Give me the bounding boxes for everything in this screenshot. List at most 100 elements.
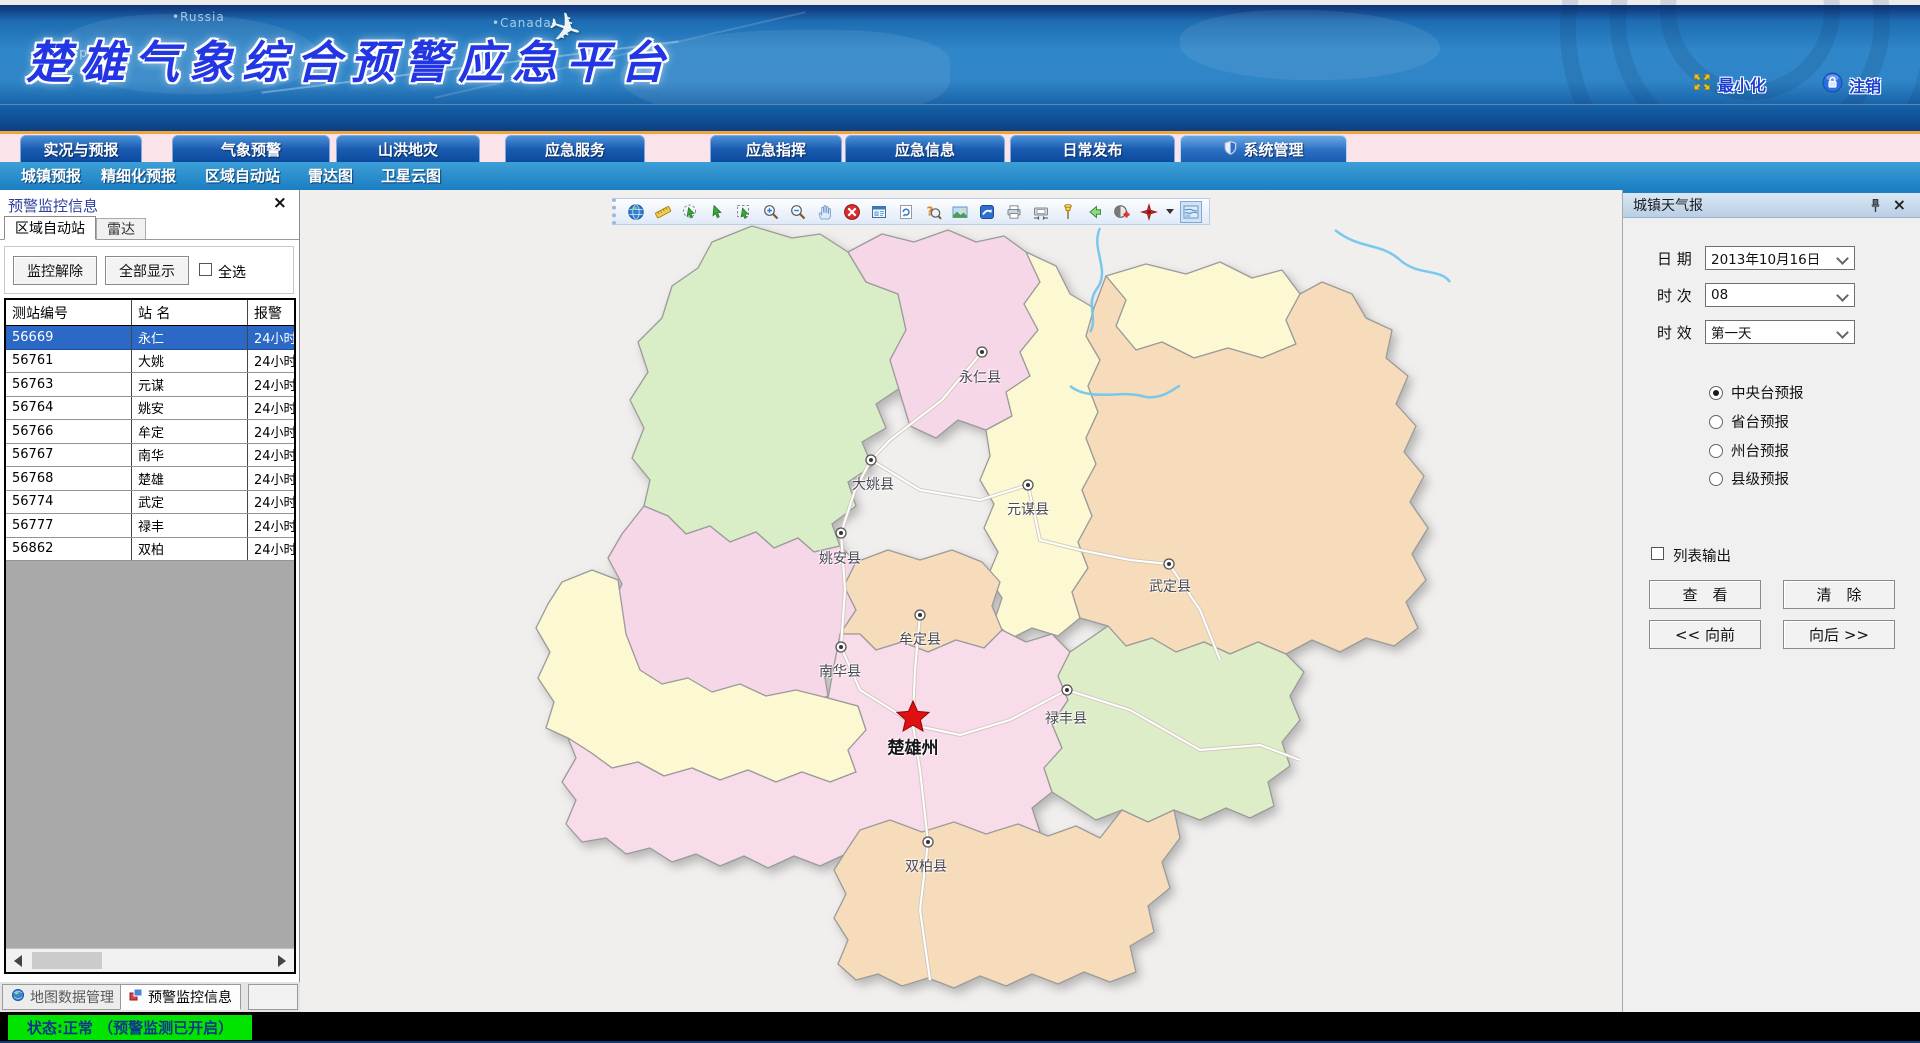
view-button[interactable]: 查 看 (1649, 580, 1761, 609)
warning-monitor-panel: 预警监控信息 × 区域自动站 雷达 监控解除 全部显示 全选 测站编号 站 名 … (0, 190, 300, 982)
table-empty-area (6, 561, 294, 948)
select-all-checkbox[interactable] (199, 263, 212, 276)
submenu-auto-station[interactable]: 区域自动站 (205, 162, 280, 190)
close-icon[interactable]: × (1893, 195, 1906, 214)
radio-icon (1709, 444, 1723, 458)
list-output-label: 列表输出 (1673, 545, 1731, 566)
horizontal-scrollbar[interactable] (6, 948, 294, 972)
table-row[interactable]: 56669 永仁 24小时 (6, 326, 294, 350)
scroll-left-icon[interactable] (14, 955, 22, 967)
print-layout-icon[interactable] (1031, 202, 1051, 222)
county-label: 大姚县 (852, 474, 894, 494)
app-title: 楚雄气象综合预警应急平台 (26, 26, 674, 91)
date-select[interactable]: 2013年10月16日 (1705, 246, 1855, 270)
logout-button[interactable]: 注销 (1822, 72, 1881, 97)
main-nav: 实况与预报 气象预警 山洪地灾 应急服务 应急指挥 应急信息 日常发布 系统管理 (0, 134, 1920, 162)
tab-emergency-info[interactable]: 应急信息 (845, 135, 1005, 162)
go-back-icon[interactable] (1085, 202, 1105, 222)
col-alarm: 报警 (248, 300, 294, 325)
table-row[interactable]: 56768 楚雄 24小时 (6, 467, 294, 491)
print-icon[interactable] (1004, 202, 1024, 222)
add-overlay-icon[interactable] (1112, 202, 1132, 222)
show-all-button[interactable]: 全部显示 (105, 256, 189, 285)
submenu-town-forecast[interactable]: 城镇预报 (21, 162, 81, 190)
select-circle-icon[interactable] (680, 202, 700, 222)
overview-map-icon[interactable] (1181, 202, 1201, 222)
shield-icon (1223, 140, 1238, 159)
minimize-icon (1692, 72, 1712, 96)
submenu-satellite-image[interactable]: 卫星云图 (381, 162, 441, 190)
place-pin-icon[interactable] (1058, 202, 1078, 222)
layers-small-icon (129, 988, 143, 1006)
measure-distance-icon[interactable] (653, 202, 673, 222)
tab-emergency-service[interactable]: 应急服务 (505, 135, 645, 162)
panel-header: 城镇天气报 × (1623, 193, 1920, 218)
flash-location-icon[interactable] (1139, 202, 1159, 222)
tab-weather-warning[interactable]: 气象预警 (172, 135, 330, 162)
close-icon[interactable]: × (273, 193, 287, 213)
scrollbar-thumb[interactable] (32, 952, 102, 969)
logout-label: 注销 (1849, 73, 1881, 97)
table-row[interactable]: 56764 姚安 24小时 (6, 397, 294, 421)
col-station-id: 测站编号 (6, 300, 132, 325)
table-header: 测站编号 站 名 报警 (6, 300, 294, 326)
monitor-controls-group: 监控解除 全部显示 全选 (4, 246, 294, 294)
map-canvas[interactable]: 永仁县 大姚县 元谋县 姚安县 武定县 牟定县 南华县 禄丰县 双柏县 楚雄州 (300, 190, 1622, 1012)
panel-title: 预警监控信息 (8, 195, 98, 216)
tab-daily-release[interactable]: 日常发布 (1010, 135, 1175, 162)
select-rectangle-icon[interactable] (734, 202, 754, 222)
table-row[interactable]: 56766 牟定 24小时 (6, 420, 294, 444)
bottom-dock-tabs: 地图数据管理 预警监控信息 (0, 982, 300, 1012)
table-row[interactable]: 56862 双柏 24小时 (6, 538, 294, 562)
pan-hand-icon[interactable] (815, 202, 835, 222)
globe-icon[interactable] (626, 202, 646, 222)
submenu-fine-forecast[interactable]: 精细化预报 (101, 162, 176, 190)
tab-stub[interactable] (248, 984, 298, 1010)
full-extent-icon[interactable] (869, 202, 889, 222)
select-arrow-icon[interactable] (707, 202, 727, 222)
identify-icon[interactable]: ? (923, 202, 943, 222)
table-row[interactable]: 56767 南华 24小时 (6, 444, 294, 468)
tab-warning-monitor-info[interactable]: 预警监控信息 (120, 984, 241, 1010)
table-row[interactable]: 56777 禄丰 24小时 (6, 514, 294, 538)
tab-flood-geohazard[interactable]: 山洪地灾 (336, 135, 480, 162)
panel-tabs: 区域自动站 雷达 (0, 214, 299, 240)
validity-label: 时 效 (1657, 320, 1692, 344)
list-output-checkbox[interactable] (1651, 547, 1664, 560)
back-button[interactable]: << 向前 (1649, 620, 1761, 649)
tab-map-data-management[interactable]: 地图数据管理 (2, 984, 123, 1010)
date-label: 日 期 (1657, 246, 1692, 270)
tab-radar[interactable]: 雷达 (96, 218, 146, 240)
county-label: 南华县 (819, 661, 861, 681)
stop-icon[interactable] (842, 202, 862, 222)
zoom-in-icon[interactable] (761, 202, 781, 222)
submenu-radar-chart[interactable]: 雷达图 (308, 162, 353, 190)
radio-prefecture-forecast[interactable]: 州台预报 (1709, 440, 1789, 461)
dropdown-caret-icon[interactable] (1166, 209, 1174, 214)
tab-emergency-command[interactable]: 应急指挥 (710, 135, 842, 162)
export-image-icon[interactable] (950, 202, 970, 222)
table-row[interactable]: 56761 大姚 24小时 (6, 350, 294, 374)
pin-icon[interactable] (1869, 198, 1882, 217)
tab-system-management[interactable]: 系统管理 (1180, 135, 1347, 162)
scroll-right-icon[interactable] (278, 955, 286, 967)
release-monitor-button[interactable]: 监控解除 (13, 256, 97, 285)
station-table: 测站编号 站 名 报警 56669 永仁 24小时 56761 大姚 24小时 … (4, 298, 296, 974)
swap-view-icon[interactable] (977, 202, 997, 222)
minimize-button[interactable]: 最小化 (1692, 72, 1766, 96)
validity-select[interactable]: 第一天 (1705, 320, 1855, 344)
clear-button[interactable]: 清 除 (1783, 580, 1895, 609)
table-row[interactable]: 56774 武定 24小时 (6, 491, 294, 515)
tab-live-forecast[interactable]: 实况与预报 (20, 135, 142, 162)
time-select[interactable]: 08 (1705, 283, 1855, 307)
table-row[interactable]: 56763 元谋 24小时 (6, 373, 294, 397)
radio-county-forecast[interactable]: 县级预报 (1709, 468, 1789, 489)
forward-button[interactable]: 向后 >> (1783, 620, 1895, 649)
refresh-icon[interactable] (896, 202, 916, 222)
county-label: 元谋县 (1007, 499, 1049, 519)
radio-central-forecast[interactable]: 中央台预报 (1709, 382, 1804, 403)
zoom-out-icon[interactable] (788, 202, 808, 222)
panel-title: 城镇天气报 (1633, 195, 1703, 215)
radio-province-forecast[interactable]: 省台预报 (1709, 411, 1789, 432)
tab-region-auto-station[interactable]: 区域自动站 (4, 216, 96, 240)
